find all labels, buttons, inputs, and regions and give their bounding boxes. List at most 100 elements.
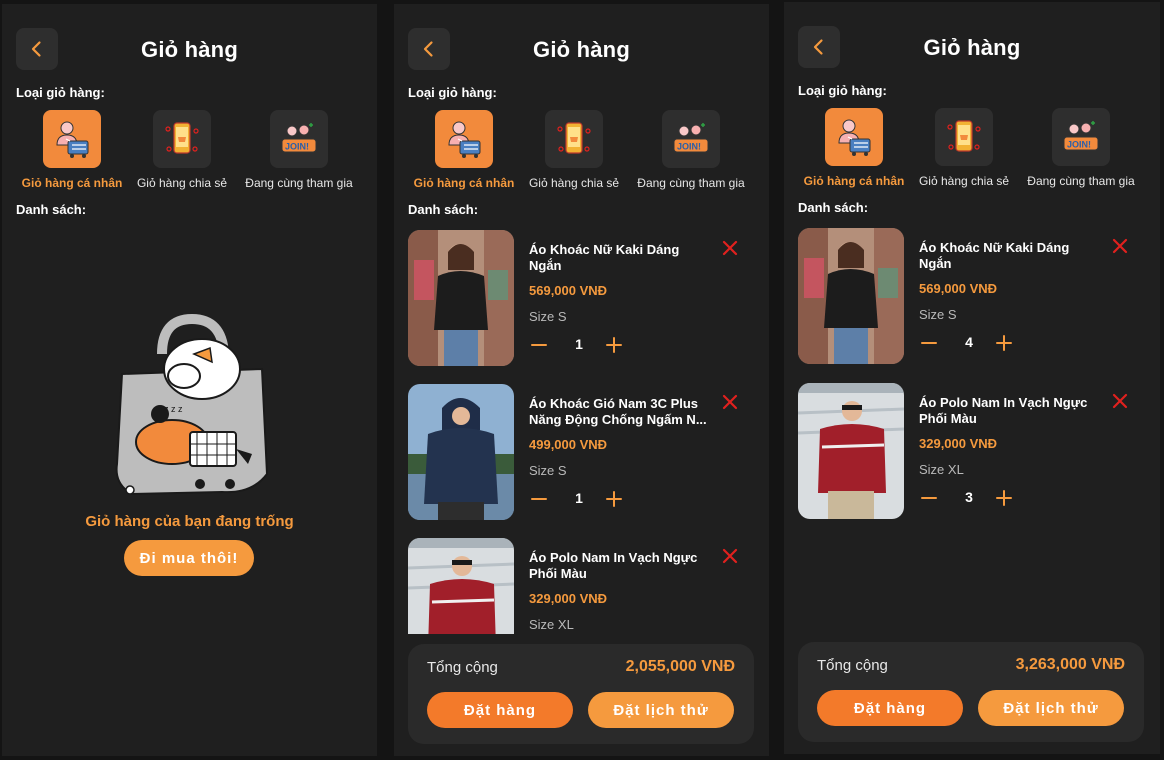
cart-screen-three-items: Giỏ hàng Loại giỏ hàng: Giỏ hàng cá nhân… — [394, 4, 769, 756]
product-size: Size S — [919, 307, 957, 322]
shared-cart-icon — [165, 122, 199, 154]
decrease-quantity-button[interactable] — [917, 486, 941, 510]
cart-type-selector: Giỏ hàng cá nhân Giỏ hàng chia sẻ JOIN! … — [394, 110, 769, 190]
cart-type-label-shared: Giỏ hàng chia sẻ — [136, 176, 228, 190]
cart-type-label-shared: Giỏ hàng chia sẻ — [528, 176, 620, 190]
svg-text:JOIN!: JOIN! — [1067, 140, 1091, 150]
go-shopping-button[interactable]: Đi mua thôi! — [124, 540, 254, 576]
cart-type-joined[interactable]: JOIN! Đang cùng tham gia — [234, 110, 364, 190]
cart-item-list[interactable]: Áo Khoác Nữ Kaki Dáng Ngắn 569,000 VNĐ S… — [784, 228, 1159, 632]
total-label: Tổng cộng — [817, 657, 888, 674]
remove-item-button[interactable] — [1110, 236, 1130, 256]
product-size: Size XL — [919, 462, 964, 477]
cart-item-list[interactable]: Áo Khoác Nữ Kaki Dáng Ngắn 569,000 VNĐ S… — [394, 230, 769, 634]
product-image[interactable] — [408, 538, 514, 634]
cart-type-label-joined: Đang cùng tham gia — [637, 176, 745, 190]
increase-quantity-button[interactable] — [602, 487, 626, 511]
product-image[interactable] — [798, 383, 904, 519]
cart-type-label: Loại giỏ hàng: — [408, 85, 497, 100]
product-price: 569,000 VNĐ — [919, 281, 998, 296]
list-label: Danh sách: — [408, 202, 479, 217]
cart-type-joined[interactable]: JOIN! Đang cùng tham gia — [626, 110, 756, 190]
shared-cart-icon — [947, 120, 981, 152]
join-icon: JOIN! — [673, 123, 709, 153]
cart-type-selector: Giỏ hàng cá nhân Giỏ hàng chia sẻ JOIN! … — [784, 108, 1159, 188]
product-image[interactable] — [408, 384, 514, 520]
plus-icon — [996, 490, 1012, 506]
product-name: Áo Khoác Nữ Kaki Dáng Ngắn — [529, 242, 680, 273]
book-fitting-button[interactable]: Đặt lịch thử — [588, 692, 734, 728]
quantity-value: 1 — [575, 336, 583, 352]
minus-icon — [531, 498, 547, 500]
remove-item-button[interactable] — [720, 546, 740, 566]
page-title: Giỏ hàng — [141, 37, 238, 62]
svg-text:JOIN!: JOIN! — [285, 142, 309, 152]
cart-type-joined[interactable]: JOIN! Đang cùng tham gia — [1016, 108, 1146, 188]
remove-item-button[interactable] — [720, 392, 740, 412]
remove-item-button[interactable] — [1110, 391, 1130, 411]
cart-item: Áo Khoác Nữ Kaki Dáng Ngắn 569,000 VNĐ S… — [408, 230, 758, 366]
cart-type-label-joined: Đang cùng tham gia — [245, 176, 353, 190]
minus-icon — [921, 497, 937, 499]
plus-icon — [606, 337, 622, 353]
cart-type-label: Loại giỏ hàng: — [798, 83, 887, 98]
cart-item: Áo Khoác Nữ Kaki Dáng Ngắn 569,000 VNĐ S… — [798, 228, 1148, 364]
cart-type-label: Loại giỏ hàng: — [16, 85, 105, 100]
cart-type-shared[interactable]: Giỏ hàng chia sẻ — [899, 108, 1029, 188]
remove-item-button[interactable] — [720, 238, 740, 258]
increase-quantity-button[interactable] — [602, 333, 626, 357]
personal-cart-icon — [448, 121, 481, 158]
shared-cart-icon — [557, 122, 591, 154]
total-label: Tổng cộng — [427, 659, 498, 676]
quantity-value: 3 — [965, 489, 973, 505]
product-size: Size S — [529, 309, 567, 324]
quantity-value: 1 — [575, 490, 583, 506]
cart-item: Áo Polo Nam In Vạch Ngực Phối Màu 329,00… — [408, 538, 758, 634]
quantity-stepper: 3 — [919, 486, 1019, 510]
cart-screen-empty: Giỏ hàng Loại giỏ hàng: Giỏ hàng cá nhân… — [2, 4, 377, 756]
product-image[interactable] — [798, 228, 904, 364]
place-order-button[interactable]: Đặt hàng — [427, 692, 573, 728]
total-value: 3,263,000 VNĐ — [1015, 656, 1125, 673]
product-image[interactable] — [408, 230, 514, 366]
place-order-button[interactable]: Đặt hàng — [817, 690, 963, 726]
minus-icon — [531, 344, 547, 346]
book-fitting-button[interactable]: Đặt lịch thử — [978, 690, 1124, 726]
join-icon: JOIN! — [1063, 121, 1099, 151]
increase-quantity-button[interactable] — [992, 486, 1016, 510]
product-name: Áo Khoác Nữ Kaki Dáng Ngắn — [919, 240, 1070, 271]
cart-type-label-joined: Đang cùng tham gia — [1027, 174, 1135, 188]
decrease-quantity-button[interactable] — [527, 487, 551, 511]
svg-text:JOIN!: JOIN! — [677, 142, 701, 152]
decrease-quantity-button[interactable] — [527, 333, 551, 357]
quantity-stepper: 4 — [919, 331, 1019, 355]
product-size: Size XL — [529, 617, 574, 632]
cart-summary: Tổng cộng 2,055,000 VNĐ Đặt hàng Đặt lịc… — [408, 644, 754, 744]
cart-item: Áo Polo Nam In Vạch Ngực Phối Màu 329,00… — [798, 383, 1148, 519]
cart-type-selector: Giỏ hàng cá nhân Giỏ hàng chia sẻ JOIN! … — [2, 110, 377, 190]
product-price: 569,000 VNĐ — [529, 283, 608, 298]
page-title: Giỏ hàng — [533, 37, 630, 62]
total-value: 2,055,000 VNĐ — [625, 658, 735, 675]
list-label: Danh sách: — [16, 202, 87, 217]
cart-summary: Tổng cộng 3,263,000 VNĐ Đặt hàng Đặt lịc… — [798, 642, 1144, 742]
cart-item: Áo Khoác Gió Nam 3C Plus Năng Động Chống… — [408, 384, 758, 520]
product-name: Áo Khoác Gió Nam 3C Plus Năng Động Chống… — [529, 396, 707, 427]
increase-quantity-button[interactable] — [992, 331, 1016, 355]
personal-cart-icon — [56, 121, 89, 158]
close-icon — [722, 548, 738, 564]
personal-cart-icon — [838, 119, 871, 156]
cart-type-shared[interactable]: Giỏ hàng chia sẻ — [509, 110, 639, 190]
close-icon — [1112, 238, 1128, 254]
plus-icon — [606, 491, 622, 507]
product-name: Áo Polo Nam In Vạch Ngực Phối Màu — [529, 550, 698, 581]
product-price: 329,000 VNĐ — [919, 436, 998, 451]
join-icon: JOIN! — [281, 123, 317, 153]
page-title: Giỏ hàng — [923, 35, 1021, 60]
close-icon — [722, 394, 738, 410]
cart-type-shared[interactable]: Giỏ hàng chia sẻ — [117, 110, 247, 190]
cart-type-label-shared: Giỏ hàng chia sẻ — [918, 174, 1010, 188]
quantity-value: 4 — [965, 334, 973, 350]
quantity-stepper: 1 — [529, 333, 629, 357]
decrease-quantity-button[interactable] — [917, 331, 941, 355]
